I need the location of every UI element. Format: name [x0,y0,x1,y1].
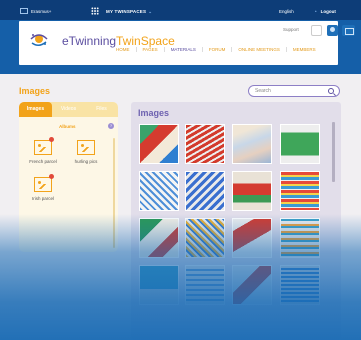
image-icon [34,140,52,155]
image-thumbnail[interactable] [185,218,225,258]
album-label: hurling pics [74,159,98,164]
image-thumbnail[interactable] [185,265,225,305]
image-thumbnail[interactable] [139,265,179,305]
image-thumbnail[interactable] [232,171,272,211]
my-twinspaces-menu[interactable]: MY TWINSPACES ⌄ [106,9,152,15]
language-selector[interactable]: English [279,9,294,14]
top-bar: Erasmus+ MY TWINSPACES ⌄ English • Logout [0,0,361,20]
erasmus-brand[interactable]: Erasmus+ [20,8,51,14]
my-twinspaces-label: MY TWINSPACES [106,9,147,14]
image-thumbnail[interactable] [232,265,272,305]
search-icon[interactable] [328,88,334,94]
nav-pages[interactable]: PAGES [135,47,164,52]
image-thumbnail[interactable] [280,171,320,211]
images-title: Images [138,108,170,118]
apps-grid-icon[interactable] [91,7,99,15]
album-item[interactable]: Irish parcel [27,174,59,201]
nav-online-meetings[interactable]: ONLINE MEETINGS [231,47,286,52]
logout-link[interactable]: • Logout [315,9,336,14]
albums-scrollbar[interactable] [113,138,115,248]
albums-sidebar: Images Videos Files Albums ? French parc… [19,102,118,252]
image-thumbnail[interactable] [280,124,320,164]
user-profile-button[interactable] [327,25,338,36]
image-thumbnail[interactable] [280,265,320,305]
site-header: eTwinningTwinSpace Support [19,21,355,65]
nav-forum[interactable]: FORUM [201,47,232,52]
erasmus-logo-icon [20,8,28,14]
messages-button[interactable] [342,25,355,36]
image-icon [34,177,52,192]
site-logo-text[interactable]: eTwinningTwinSpace [62,34,175,48]
album-item[interactable]: hurling pics [70,140,102,164]
image-thumbnail[interactable] [139,171,179,211]
album-label: French parcel [29,159,57,164]
etwinning-logo-icon[interactable] [29,29,49,49]
image-thumbnail[interactable] [232,218,272,258]
tab-files[interactable]: Files [85,102,118,117]
delete-icon[interactable] [49,137,54,142]
nav-home[interactable]: HOME [116,47,136,52]
logo-twinspace: TwinSpace [116,34,175,48]
albums-heading: Albums [59,124,76,129]
image-thumbnail[interactable] [185,171,225,211]
search-placeholder: Search [255,88,271,94]
album-label: Irish parcel [31,196,54,201]
logo-etwinning: eTwinning [62,34,117,48]
image-thumbnail[interactable] [139,218,179,258]
image-icon [77,140,95,155]
nav-materials[interactable]: MATERIALS [163,47,202,52]
chevron-down-icon: ⌄ [148,9,153,14]
nav-members[interactable]: MEMBERS [285,47,322,52]
images-scrollbar[interactable] [332,122,335,182]
bullet-icon: • [315,9,317,14]
erasmus-label: Erasmus+ [31,8,52,14]
page-title: Images [19,86,51,96]
tab-videos[interactable]: Videos [52,102,85,117]
image-thumbnail[interactable] [280,218,320,258]
album-item[interactable]: French parcel [27,137,59,164]
delete-icon[interactable] [49,174,54,179]
images-panel: Images [131,102,341,340]
tab-images[interactable]: Images [19,102,52,117]
support-link[interactable]: Support [283,27,299,32]
main-nav: HOME PAGES MATERIALS FORUM ONLINE MEETIN… [116,47,322,52]
image-thumbnail[interactable] [232,124,272,164]
logout-label: Logout [320,9,336,14]
image-thumbnail[interactable] [139,124,179,164]
image-thumbnail[interactable] [185,124,225,164]
help-icon[interactable]: ? [108,123,114,129]
search-input[interactable]: Search [248,85,340,97]
media-tabs: Images Videos Files [19,102,118,117]
blank-action-button[interactable] [311,25,322,36]
